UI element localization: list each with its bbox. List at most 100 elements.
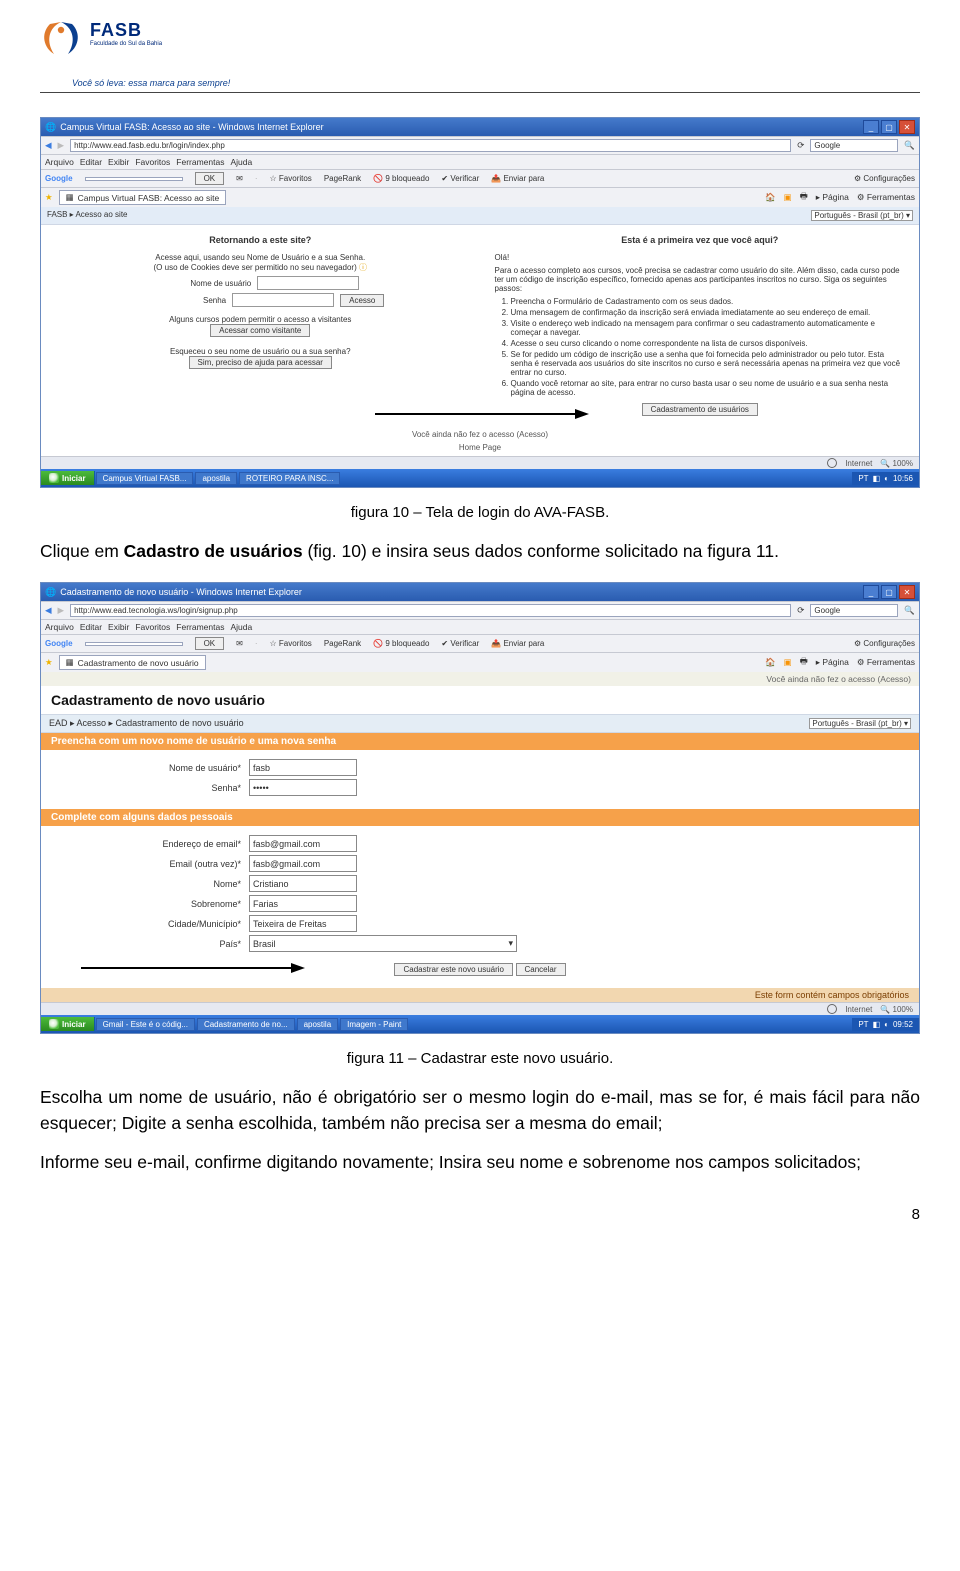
home-icon[interactable]: 🏠: [765, 192, 776, 203]
menu-editar[interactable]: Editar: [80, 622, 102, 632]
taskbar-item[interactable]: Cadastramento de no...: [197, 1018, 295, 1031]
help-icon[interactable]: ⓘ: [359, 263, 367, 272]
toolbar-favoritos[interactable]: ☆ Favoritos: [270, 174, 312, 183]
feed-icon[interactable]: ▣: [784, 657, 792, 668]
favorites-star-icon[interactable]: ★: [45, 657, 53, 668]
pass-input[interactable]: •••••: [249, 779, 357, 796]
search-go-icon[interactable]: 🔍: [904, 140, 915, 151]
language-select[interactable]: Português - Brasil (pt_br) ▾: [809, 718, 911, 729]
menu-editar[interactable]: Editar: [80, 157, 102, 167]
name-label: Nome*: [51, 879, 249, 889]
toolbar-send[interactable]: 📤 Enviar para: [491, 639, 544, 648]
language-select[interactable]: Português - Brasil (pt_br) ▾: [811, 210, 913, 221]
forward-icon[interactable]: ▶: [58, 605, 65, 616]
zoom-label[interactable]: 🔍 100%: [880, 459, 913, 468]
google-ok-button[interactable]: OK: [195, 637, 225, 650]
toolbar-settings[interactable]: ⚙ Configurações: [854, 174, 915, 183]
tools-menu[interactable]: ⚙ Ferramentas: [857, 657, 915, 668]
feed-icon[interactable]: ▣: [784, 192, 792, 203]
browser-tab[interactable]: ▦Cadastramento de novo usuário: [59, 655, 206, 670]
minimize-icon[interactable]: _: [863, 120, 879, 134]
gmail-icon[interactable]: ✉: [236, 174, 243, 183]
toolbar-pagerank[interactable]: PageRank: [324, 174, 361, 183]
taskbar-item[interactable]: Gmail - Este é o códig...: [96, 1018, 195, 1031]
toolbar-blocked[interactable]: 🚫 9 bloqueado: [373, 639, 429, 648]
back-icon[interactable]: ◀: [45, 140, 52, 151]
menu-favoritos[interactable]: Favoritos: [135, 622, 170, 632]
menu-arquivo[interactable]: Arquivo: [45, 622, 74, 632]
hello-text: Olá!: [495, 253, 906, 262]
forgot-help-button[interactable]: Sim, preciso de ajuda para acessar: [189, 356, 332, 369]
menu-ferramentas[interactable]: Ferramentas: [176, 622, 224, 632]
address-bar[interactable]: http://www.ead.tecnologia.ws/login/signu…: [70, 604, 791, 617]
menu-exibir[interactable]: Exibir: [108, 157, 129, 167]
name-input[interactable]: Cristiano: [249, 875, 357, 892]
menu-favoritos[interactable]: Favoritos: [135, 157, 170, 167]
maximize-icon[interactable]: ▢: [881, 585, 897, 599]
submit-button[interactable]: Cadastrar este novo usuário: [394, 963, 513, 976]
city-input[interactable]: Teixeira de Freitas: [249, 915, 357, 932]
google-search-input[interactable]: [85, 177, 183, 181]
taskbar-item[interactable]: Imagem - Paint: [340, 1018, 408, 1031]
login-intro2: (O uso de Cookies deve ser permitido no …: [55, 262, 466, 273]
google-search-input[interactable]: [85, 642, 183, 646]
address-bar[interactable]: http://www.ead.fasb.edu.br/login/index.p…: [70, 139, 791, 152]
menu-ajuda[interactable]: Ajuda: [230, 157, 252, 167]
toolbar-blocked[interactable]: 🚫 9 bloqueado: [373, 174, 429, 183]
taskbar-item[interactable]: ROTEIRO PARA INSC...: [239, 472, 340, 485]
print-icon[interactable]: 🖶: [800, 191, 808, 205]
zoom-label[interactable]: 🔍 100%: [880, 1005, 913, 1014]
maximize-icon[interactable]: ▢: [881, 120, 897, 134]
home-icon[interactable]: 🏠: [765, 657, 776, 668]
taskbar-item[interactable]: Campus Virtual FASB...: [96, 472, 194, 485]
refresh-icon[interactable]: ⟳: [797, 605, 804, 616]
google-ok-button[interactable]: OK: [195, 172, 225, 185]
toolbar-pagerank[interactable]: PageRank: [324, 639, 361, 648]
system-tray[interactable]: PT ◧ ◐ 09:52: [852, 1018, 919, 1031]
country-select[interactable]: Brasil▾: [249, 935, 517, 952]
toolbar-send[interactable]: 📤 Enviar para: [491, 174, 544, 183]
register-button[interactable]: Cadastramento de usuários: [642, 403, 758, 416]
user-input[interactable]: fasb: [249, 759, 357, 776]
taskbar-item[interactable]: apostila: [297, 1018, 339, 1031]
forward-icon[interactable]: ▶: [58, 140, 65, 151]
home-link[interactable]: Home Page: [459, 443, 501, 452]
email2-input[interactable]: fasb@gmail.com: [249, 855, 357, 872]
search-go-icon[interactable]: 🔍: [904, 605, 915, 616]
menu-ferramentas[interactable]: Ferramentas: [176, 157, 224, 167]
start-button[interactable]: Iniciar: [41, 471, 95, 485]
breadcrumb[interactable]: FASB ▸ Acesso ao site: [47, 210, 128, 221]
surname-input[interactable]: Farias: [249, 895, 357, 912]
taskbar-item[interactable]: apostila: [195, 472, 237, 485]
menu-exibir[interactable]: Exibir: [108, 622, 129, 632]
cancel-button[interactable]: Cancelar: [516, 963, 566, 976]
start-button[interactable]: Iniciar: [41, 1017, 95, 1031]
menu-arquivo[interactable]: Arquivo: [45, 157, 74, 167]
username-input[interactable]: [257, 276, 359, 290]
browser-tab[interactable]: ▦Campus Virtual FASB: Acesso ao site: [59, 190, 227, 205]
page-menu[interactable]: ▸ Página: [816, 657, 849, 668]
system-tray[interactable]: PT ◧ ◐ 10:56: [852, 472, 919, 485]
menu-ajuda[interactable]: Ajuda: [230, 622, 252, 632]
access-button[interactable]: Acesso: [340, 294, 384, 307]
back-icon[interactable]: ◀: [45, 605, 52, 616]
breadcrumb[interactable]: EAD ▸ Acesso ▸ Cadastramento de novo usu…: [49, 718, 244, 729]
tools-menu[interactable]: ⚙ Ferramentas: [857, 192, 915, 203]
favorites-star-icon[interactable]: ★: [45, 192, 53, 203]
page-menu[interactable]: ▸ Página: [816, 192, 849, 203]
toolbar-verify[interactable]: ✔ Verificar: [441, 639, 479, 648]
minimize-icon[interactable]: _: [863, 585, 879, 599]
gmail-icon[interactable]: ✉: [236, 639, 243, 648]
password-input[interactable]: [232, 293, 334, 307]
search-box[interactable]: Google: [810, 139, 898, 152]
toolbar-verify[interactable]: ✔ Verificar: [441, 174, 479, 183]
email-input[interactable]: fasb@gmail.com: [249, 835, 357, 852]
guest-access-button[interactable]: Acessar como visitante: [210, 324, 310, 337]
toolbar-settings[interactable]: ⚙ Configurações: [854, 639, 915, 648]
search-box[interactable]: Google: [810, 604, 898, 617]
print-icon[interactable]: 🖶: [800, 656, 808, 670]
close-icon[interactable]: ✕: [899, 585, 915, 599]
refresh-icon[interactable]: ⟳: [797, 140, 804, 151]
toolbar-favoritos[interactable]: ☆ Favoritos: [270, 639, 312, 648]
close-icon[interactable]: ✕: [899, 120, 915, 134]
